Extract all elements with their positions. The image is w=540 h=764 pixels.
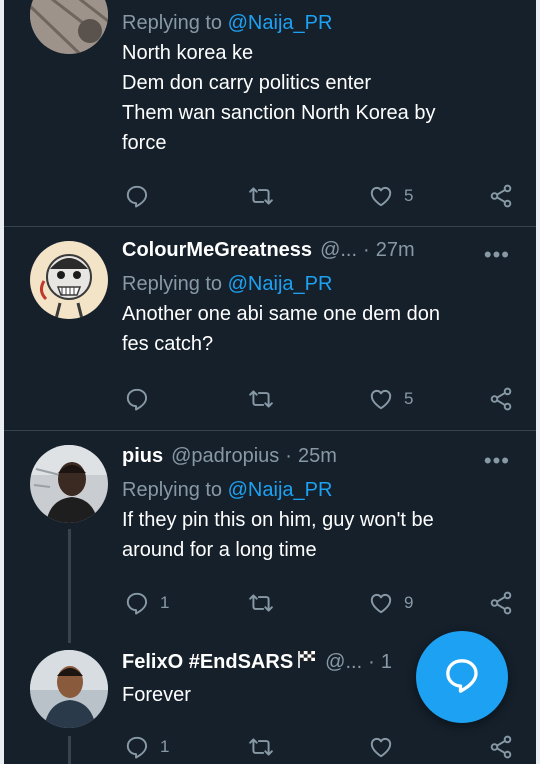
retweet-button[interactable] (248, 384, 284, 414)
tweet-actions: 1 (122, 732, 522, 762)
timestamp[interactable]: 25m (298, 445, 337, 468)
heart-icon (368, 734, 394, 760)
user-handle[interactable]: @... (320, 239, 357, 262)
tweet-header: pius @padropius · 25m (122, 445, 516, 475)
retweet-icon (248, 734, 274, 760)
share-icon (488, 734, 514, 760)
display-name[interactable]: ColourMeGreatness (122, 239, 312, 262)
tweet-text-line: Dem don carry politics enter (122, 72, 371, 94)
like-button[interactable]: 9 (368, 588, 413, 618)
tweet-text-line: around for a long time (122, 539, 317, 561)
reply-count: 1 (160, 593, 170, 612)
avatar[interactable] (30, 241, 108, 319)
mention-link[interactable]: @Naija_PR (228, 273, 333, 295)
thread-line (68, 736, 71, 764)
like-button[interactable]: 5 (368, 384, 413, 414)
tweet[interactable]: ColourMeGreatness @... · 27m ••• Replyin… (4, 227, 536, 430)
retweet-icon (248, 386, 274, 412)
tweet-text: North korea ke Dem don carry politics en… (122, 38, 516, 158)
replying-to-label: Replying to (122, 12, 223, 34)
separator-dot: · (368, 651, 375, 673)
mention-link[interactable]: @Naija_PR (228, 479, 333, 501)
tweet-text-line: North korea ke (122, 42, 254, 64)
timestamp[interactable]: 1 (381, 651, 392, 674)
replying-to: Replying to @Naija_PR (122, 269, 516, 299)
checkered-flag-icon (297, 650, 317, 673)
reply-button[interactable]: 1 (124, 732, 169, 762)
timestamp[interactable]: 27m (376, 239, 415, 262)
heart-icon (368, 183, 394, 209)
reply-button[interactable] (124, 384, 160, 414)
more-options-icon[interactable]: ••• (484, 243, 510, 267)
reply-count: 1 (160, 737, 170, 756)
avatar[interactable] (30, 650, 108, 728)
avatar[interactable] (30, 0, 108, 54)
more-options-icon[interactable]: ••• (484, 449, 510, 473)
reply-icon (124, 734, 150, 760)
heart-icon (368, 590, 394, 616)
tweet-header: ColourMeGreatness @... · 27m (122, 239, 516, 269)
tweet-text: If they pin this on him, guy won't be ar… (122, 505, 516, 565)
tweet-text-line: Another one abi same one dem don (122, 303, 440, 325)
retweet-button[interactable] (248, 588, 284, 618)
tweet[interactable]: pius @padropius · 25m ••• Replying to @N… (4, 431, 536, 643)
tweet-actions: 5 (122, 181, 522, 211)
mention-link[interactable]: @Naija_PR (228, 12, 333, 34)
compose-reply-button[interactable] (416, 631, 508, 723)
share-icon (488, 183, 514, 209)
tweet-text-line: force (122, 132, 167, 154)
like-count: 5 (404, 389, 414, 408)
replying-to-label: Replying to (122, 479, 223, 501)
separator-dot: · (285, 445, 292, 467)
share-button[interactable] (488, 181, 514, 211)
display-name[interactable]: pius (122, 445, 163, 468)
share-button[interactable] (488, 732, 514, 762)
share-icon (488, 386, 514, 412)
thread-line (68, 529, 71, 643)
user-handle[interactable]: @padropius (171, 445, 279, 468)
tweet-actions: 1 9 (122, 588, 522, 618)
tweet-text-line: If they pin this on him, guy won't be (122, 509, 434, 531)
like-count: 5 (404, 186, 414, 205)
reply-icon (124, 183, 150, 209)
like-button[interactable]: 5 (368, 181, 413, 211)
tweet[interactable]: Replying to @Naija_PR North korea ke Dem… (4, 0, 536, 226)
replying-to: Replying to @Naija_PR (122, 475, 516, 505)
reply-button[interactable] (124, 181, 160, 211)
user-handle[interactable]: @... (325, 651, 362, 674)
tweet-text-line: fes catch? (122, 333, 214, 355)
like-button[interactable] (368, 732, 394, 762)
avatar[interactable] (30, 445, 108, 523)
share-icon (488, 590, 514, 616)
reply-button[interactable]: 1 (124, 588, 169, 618)
share-button[interactable] (488, 384, 514, 414)
retweet-button[interactable] (248, 732, 274, 762)
replying-to-label: Replying to (122, 273, 223, 295)
display-name[interactable]: FelixO #EndSARS (122, 651, 293, 674)
retweet-icon (248, 590, 274, 616)
reply-icon (124, 386, 150, 412)
retweet-button[interactable] (248, 181, 284, 211)
separator-dot: · (363, 239, 370, 261)
compose-reply-icon (442, 655, 482, 700)
replying-to: Replying to @Naija_PR (122, 8, 516, 38)
tweet-text: Another one abi same one dem don fes cat… (122, 299, 516, 359)
reply-icon (124, 590, 150, 616)
heart-icon (368, 386, 394, 412)
like-count: 9 (404, 593, 414, 612)
tweet-actions: 5 (122, 384, 522, 414)
retweet-icon (248, 183, 274, 209)
tweet-text-line: Them wan sanction North Korea by (122, 102, 436, 124)
share-button[interactable] (488, 588, 514, 618)
